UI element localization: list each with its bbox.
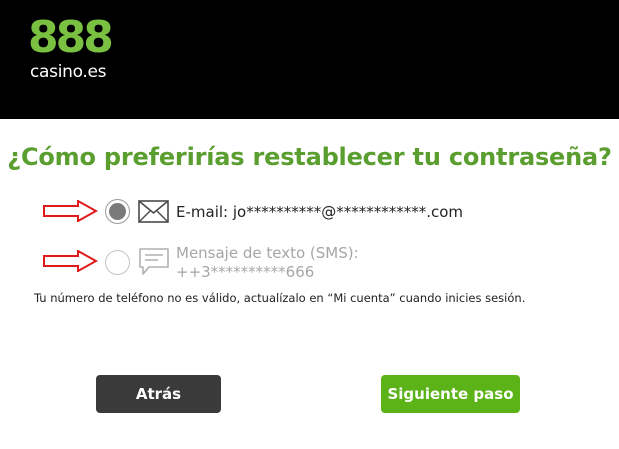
sms-option-phone: ++3**********666	[176, 263, 315, 281]
sms-option-label: Mensaje de texto (SMS):	[176, 244, 359, 262]
logo-subtitle: casino.es	[30, 62, 107, 82]
email-option-label[interactable]: E-mail: jo**********@************.com	[176, 203, 463, 221]
page-title: ¿Cómo preferirías restablecer tu contras…	[7, 143, 612, 171]
annotation-arrow-icon	[43, 200, 98, 222]
envelope-icon	[138, 200, 169, 223]
annotation-arrow-icon	[43, 250, 98, 272]
phone-invalid-note: Tu número de teléfono no es válido, actu…	[34, 291, 526, 305]
email-option-radio[interactable]	[105, 199, 130, 224]
header-bar: 888 casino.es	[0, 0, 619, 119]
logo-number: 888	[28, 12, 114, 63]
brand-logo[interactable]: 888 casino.es	[28, 14, 118, 86]
back-button[interactable]: Atrás	[96, 375, 221, 413]
next-step-button[interactable]: Siguiente paso	[381, 375, 520, 413]
sms-chat-icon	[139, 248, 169, 275]
sms-option-radio[interactable]	[105, 250, 130, 275]
